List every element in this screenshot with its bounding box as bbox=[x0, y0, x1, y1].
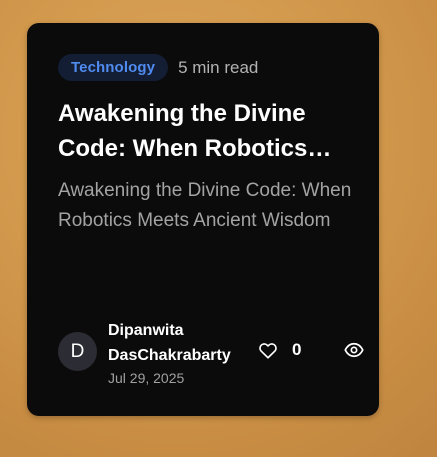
category-badge[interactable]: Technology bbox=[58, 54, 169, 81]
post-title[interactable]: Awakening the Divine Code: When Robotics… bbox=[58, 96, 353, 166]
author-info: Dipanwita DasChakrabarty Jul 29, 2025 bbox=[108, 318, 258, 387]
like-count: 0 bbox=[292, 340, 302, 359]
read-time: 5 min read bbox=[178, 57, 259, 77]
views-button[interactable] bbox=[344, 342, 364, 358]
author-name[interactable]: Dipanwita DasChakrabarty bbox=[108, 318, 258, 368]
eye-icon bbox=[344, 342, 364, 358]
post-card[interactable]: Technology 5 min read Awakening the Divi… bbox=[27, 23, 379, 416]
avatar[interactable]: D bbox=[58, 332, 97, 371]
post-footer: D Dipanwita DasChakrabarty Jul 29, 2025 … bbox=[58, 318, 368, 388]
like-button[interactable]: 0 bbox=[258, 340, 301, 360]
heart-icon bbox=[258, 341, 278, 359]
post-meta: Technology 5 min read bbox=[58, 54, 258, 81]
post-excerpt: Awakening the Divine Code: When Robotics… bbox=[58, 180, 352, 231]
post-date: Jul 29, 2025 bbox=[108, 370, 185, 386]
